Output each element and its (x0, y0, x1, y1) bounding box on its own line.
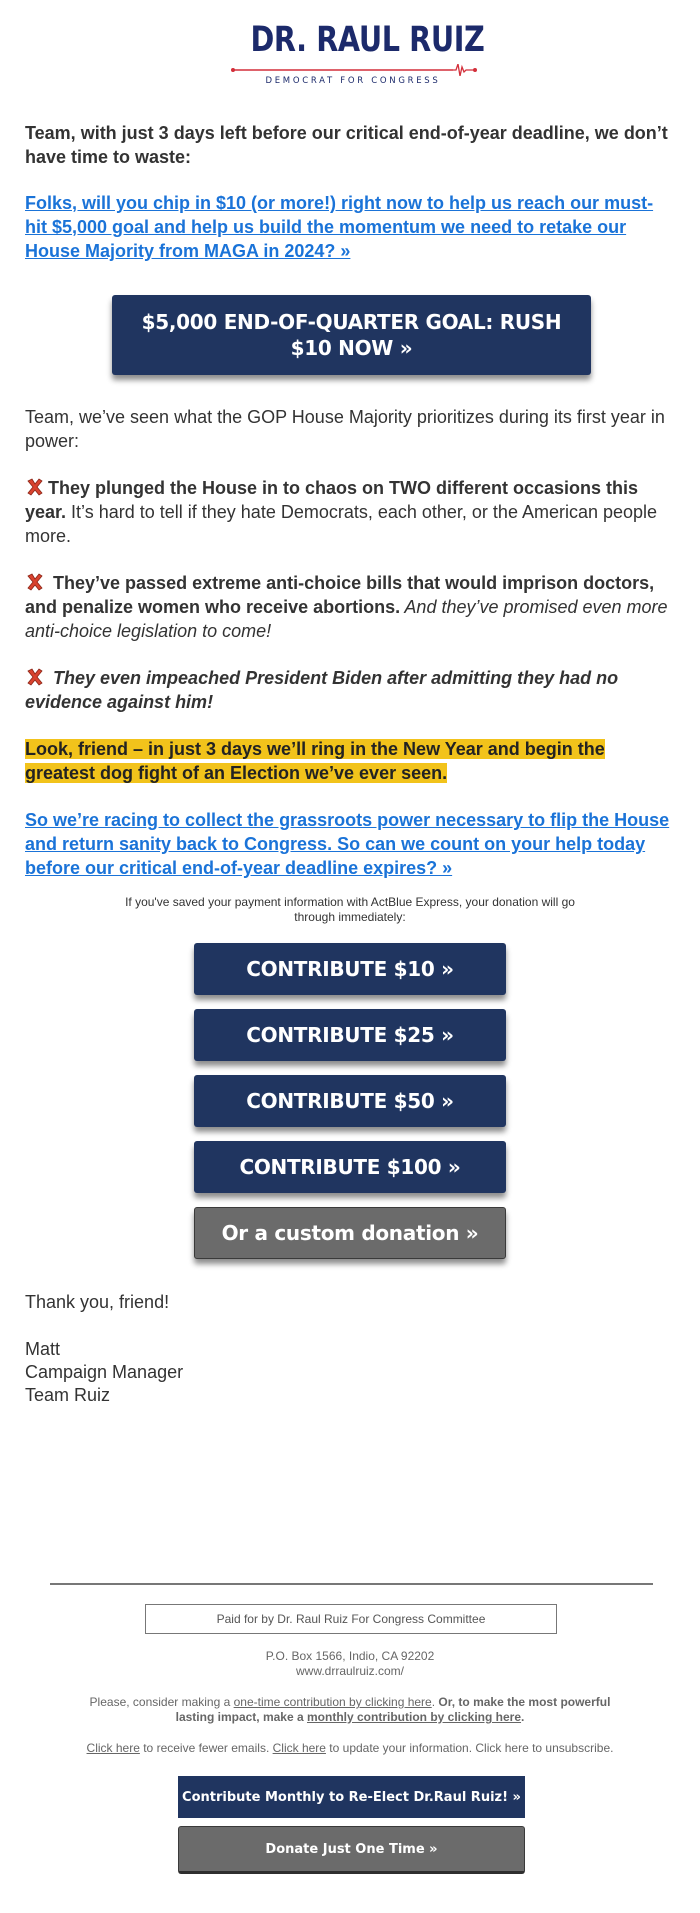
fewer-emails-text: to receive fewer emails. (139, 1741, 273, 1755)
signer-title: Campaign Manager (25, 1362, 184, 1382)
signer-name: Matt (25, 1339, 61, 1359)
end-of-quarter-goal-button[interactable]: $5,000 END-OF-QUARTER GOAL: RUSH $10 NOW… (112, 295, 591, 375)
intro-text: Team, with just 3 days left before our c… (25, 123, 668, 167)
logo-name: DR. RAUL RUIZ (250, 20, 485, 60)
donate-link-1[interactable]: Folks, will you chip in $10 (or more!) r… (25, 193, 653, 261)
update-unsubscribe-text: to update your information. Click here t… (325, 1741, 614, 1755)
monthly-contribution-link[interactable]: monthly contribution by clicking here (307, 1710, 521, 1724)
consider-prefix: Please, consider making a (89, 1695, 234, 1709)
contribute-25-button[interactable]: CONTRIBUTE $25 » (194, 1009, 506, 1061)
one-time-contribution-link[interactable]: one-time contribution by clicking here (234, 1695, 432, 1709)
gop-intro-text: Team, we’ve seen what the GOP House Majo… (25, 407, 665, 451)
contribute-100-button[interactable]: CONTRIBUTE $100 » (194, 1141, 506, 1193)
website-link[interactable]: www.drraulruiz.com/ (40, 1664, 660, 1679)
email-preferences: Click here to receive fewer emails. Clic… (40, 1741, 660, 1756)
signer-team: Team Ruiz (25, 1385, 111, 1405)
footer-divider (50, 1583, 653, 1585)
logo-tagline: DEMOCRAT FOR CONGRESS (265, 76, 441, 86)
highlight-wrapper: Look, friend – in just 3 days we’ll ring… (25, 737, 675, 785)
bold-suffix: . (521, 1710, 525, 1724)
contribute-monthly-button[interactable]: Contribute Monthly to Re-Elect Dr.Raul R… (178, 1776, 525, 1818)
bullet-bold-text: They even impeached President Biden afte… (25, 668, 619, 712)
campaign-logo: DR. RAUL RUIZ DEMOCRAT FOR CONGRESS (228, 20, 485, 86)
paid-for-disclaimer: Paid for by Dr. Raul Ruiz For Congress C… (145, 1604, 557, 1634)
mailing-address: P.O. Box 1566, Indio, CA 92202 (265, 1649, 435, 1663)
donate-link-2[interactable]: So we’re racing to collect the grassroot… (25, 810, 669, 878)
contribution-prompt: Please, consider making a one-time contr… (70, 1695, 630, 1725)
contribute-10-button[interactable]: CONTRIBUTE $10 » (194, 943, 506, 995)
cross-mark-icon (27, 478, 43, 496)
donate-link-1-wrapper: Folks, will you chip in $10 (or more!) r… (25, 191, 675, 263)
donate-one-time-button[interactable]: Donate Just One Time » (178, 1826, 525, 1874)
thanks-text: Thank you, friend! (25, 1292, 170, 1312)
bullet-item: They’ve passed extreme anti-choice bills… (25, 571, 675, 643)
contribute-50-button[interactable]: CONTRIBUTE $50 » (194, 1075, 506, 1127)
donate-link-2-wrapper: So we’re racing to collect the grassroot… (25, 808, 675, 880)
bullet-rest-text: It’s hard to tell if they hate Democrats… (25, 502, 658, 546)
cross-mark-icon (27, 573, 43, 591)
fewer-emails-link[interactable]: Click here (87, 1741, 140, 1755)
highlighted-text: Look, friend – in just 3 days we’ll ring… (25, 739, 605, 783)
cross-mark-icon (27, 668, 43, 686)
custom-donation-button[interactable]: Or a custom donation » (194, 1207, 506, 1259)
bullet-item: They plunged the House in to chaos on TW… (25, 476, 675, 548)
update-info-link[interactable]: Click here (273, 1741, 326, 1755)
heartbeat-line-icon (231, 64, 477, 76)
actblue-note: If you've saved your payment information… (125, 895, 575, 924)
bullet-item: They even impeached President Biden afte… (25, 666, 675, 714)
